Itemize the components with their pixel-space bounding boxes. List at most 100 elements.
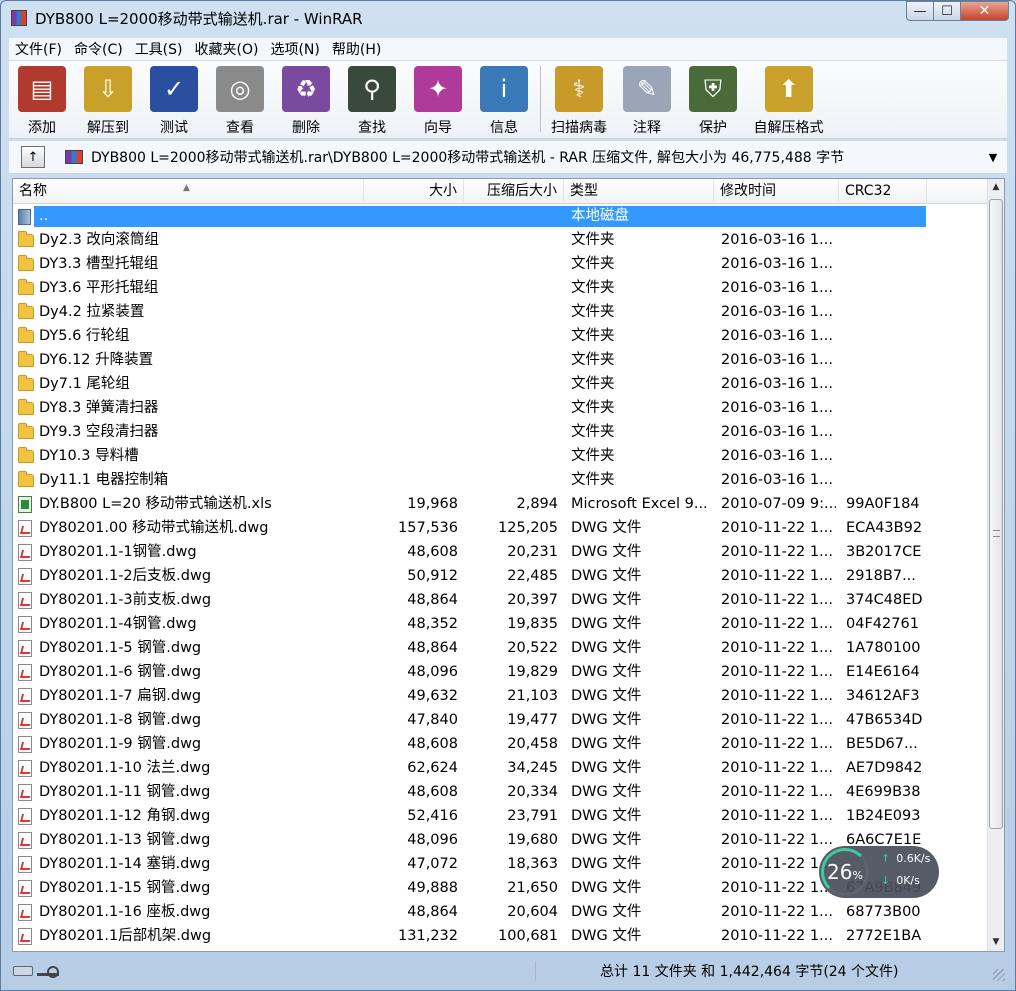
winrar-app-icon[interactable] [11, 10, 27, 26]
key-icon[interactable] [37, 966, 59, 978]
network-monitor-widget[interactable]: 26% ↑ 0.6K/s ↓ 0K/s [819, 846, 939, 898]
file-packed-size: 20,458 [507, 736, 558, 752]
folder-row[interactable]: Dy2.3 改向滚筒组 文件夹 2016-03-16 1... [13, 228, 988, 252]
file-row[interactable]: DY80201.1-16 座板.dwg 48,864 20,604 DWG 文件 201… [13, 900, 988, 924]
toolbar-find-button[interactable]: ⚲ 查找 [339, 61, 405, 137]
file-modified: 2016-03-16 1... [721, 376, 833, 392]
folder-row[interactable]: DY5.6 行轮组 文件夹 2016-03-16 1... [13, 324, 988, 348]
menu-tools[interactable]: 工具(S) [129, 39, 189, 59]
toolbar-extract-to-button[interactable]: ⇩ 解压到 [75, 61, 141, 137]
column-packed[interactable]: 压缩后大小 [464, 179, 564, 204]
upload-speed: ↑ 0.6K/s [881, 852, 930, 865]
folder-row[interactable]: Dy7.1 尾轮组 文件夹 2016-03-16 1... [13, 372, 988, 396]
file-size [363, 324, 458, 348]
close-button[interactable]: ✕ [961, 1, 1009, 21]
column-size[interactable]: 大小 [364, 179, 464, 204]
file-type: 本地磁盘 [571, 208, 629, 224]
file-packed-size: 19,680 [507, 832, 558, 848]
file-row[interactable]: DY.B800 L=20 移动带式输送机.xls 19,968 2,894 Micro… [13, 492, 988, 516]
file-crc32 [846, 228, 934, 252]
toolbar-delete-button[interactable]: ♻ 删除 [273, 61, 339, 137]
toolbar-wizard-button[interactable]: ✦ 向导 [405, 61, 471, 137]
file-name: DY80201.1-1钢管.dwg [39, 544, 197, 560]
row-icon-cell [18, 252, 36, 276]
folder-row[interactable]: DY3.3 槽型托辊组 文件夹 2016-03-16 1... [13, 252, 988, 276]
test-icon: ✓ [150, 66, 198, 112]
toolbar-sfx-button[interactable]: ⬆ 自解压格式 [746, 61, 831, 137]
menu-bar: 文件(F) 命令(C) 工具(S) 收藏夹(O) 选项(N) 帮助(H) [9, 38, 1007, 61]
file-row[interactable]: DY80201.1-9 钢管.dwg 48,608 20,458 DWG 文件 2010… [13, 732, 988, 756]
file-crc32: 68773B00 [846, 904, 921, 920]
row-icon-cell [18, 804, 36, 828]
resize-grip-icon[interactable] [993, 969, 1005, 981]
toolbar-info-button[interactable]: i 信息 [471, 61, 537, 137]
file-row[interactable]: DY80201.1-4钢管.dwg 48,352 19,835 DWG 文件 2010-… [13, 612, 988, 636]
toolbar-virus-scan-button[interactable]: ⚕ 扫描病毒 [544, 61, 614, 137]
file-name: Dy2.3 改向滚筒组 [39, 232, 159, 248]
column-name[interactable]: 名称 ▲ [13, 179, 364, 204]
file-row[interactable]: DY80201.1-12 角钢.dwg 52,416 23,791 DWG 文件 201… [13, 804, 988, 828]
folder-row[interactable]: Dy4.2 拉紧装置 文件夹 2016-03-16 1... [13, 300, 988, 324]
folder-icon [18, 375, 34, 391]
file-row[interactable]: DY80201.1-8 钢管.dwg 47,840 19,477 DWG 文件 2010… [13, 708, 988, 732]
file-size: 48,864 [407, 640, 458, 656]
file-packed-size [465, 324, 558, 348]
menu-commands[interactable]: 命令(C) [68, 39, 129, 59]
column-crc32[interactable]: CRC32 [839, 179, 927, 204]
title-bar[interactable]: DYB800 L=2000移动带式输送机.rar - WinRAR — ☐ ✕ [1, 1, 1015, 35]
file-row[interactable]: DY80201.00 移动带式输送机.dwg 157,536 125,205 DWG … [13, 516, 988, 540]
scroll-up-icon[interactable]: ▲ [988, 179, 1004, 196]
menu-file[interactable]: 文件(F) [9, 39, 68, 59]
row-icon-cell [18, 492, 36, 516]
file-row[interactable]: DY80201.1-11 钢管.dwg 48,608 20,334 DWG 文件 201… [13, 780, 988, 804]
parent-folder-row[interactable]: .. 本地磁盘 [13, 204, 988, 228]
scroll-down-icon[interactable]: ▼ [988, 934, 1004, 951]
vertical-scrollbar[interactable]: ▲ ▼ [987, 179, 1004, 951]
file-row[interactable]: DY80201.1-1钢管.dwg 48,608 20,231 DWG 文件 2010-… [13, 540, 988, 564]
file-name: .. [39, 208, 49, 224]
menu-help[interactable]: 帮助(H) [326, 39, 387, 59]
file-row[interactable]: DY80201.1-5 钢管.dwg 48,864 20,522 DWG 文件 2010… [13, 636, 988, 660]
file-row[interactable]: DY80201.1后部机架.dwg 131,232 100,681 DWG 文件 201… [13, 924, 988, 948]
toolbar-view-button[interactable]: ◎ 查看 [207, 61, 273, 137]
file-row[interactable]: DY80201.1-7 扁钢.dwg 49,632 21,103 DWG 文件 2010… [13, 684, 988, 708]
folder-row[interactable]: Dy11.1 电器控制箱 文件夹 2016-03-16 1... [13, 468, 988, 492]
file-row[interactable]: DY80201.1-10 法兰.dwg 62,624 34,245 DWG 文件 201… [13, 756, 988, 780]
drive-icon[interactable] [13, 966, 33, 976]
dwg-file-icon [18, 856, 32, 873]
toolbar-test-button[interactable]: ✓ 测试 [141, 61, 207, 137]
winrar-window: DYB800 L=2000移动带式输送机.rar - WinRAR — ☐ ✕ … [0, 0, 1016, 991]
toolbar-comment-button[interactable]: ✎ 注释 [614, 61, 680, 137]
address-field[interactable]: DYB800 L=2000移动带式输送机.rar\DYB800 L=2000移动… [65, 144, 983, 170]
file-name: DY80201.1-12 角钢.dwg [39, 808, 211, 824]
file-modified: 2010-11-22 1... [721, 760, 833, 776]
folder-row[interactable]: DY8.3 弹簧清扫器 文件夹 2016-03-16 1... [13, 396, 988, 420]
file-rows: .. 本地磁盘 Dy2.3 改向滚筒组 文件夹 2016-03-16 1... DY3.3… [13, 204, 988, 948]
toolbar-protect-button[interactable]: ⛨ 保护 [680, 61, 746, 137]
folder-row[interactable]: DY9.3 空段清扫器 文件夹 2016-03-16 1... [13, 420, 988, 444]
folder-row[interactable]: DY6.12 升降装置 文件夹 2016-03-16 1... [13, 348, 988, 372]
column-type[interactable]: 类型 [564, 179, 714, 204]
toolbar-label: 注释 [633, 120, 661, 136]
file-row[interactable]: DY80201.1-2后支板.dwg 50,912 22,485 DWG 文件 2010… [13, 564, 988, 588]
row-icon-cell [18, 276, 36, 300]
folder-row[interactable]: DY10.3 导料槽 文件夹 2016-03-16 1... [13, 444, 988, 468]
file-crc32: E14E6164 [846, 664, 920, 680]
file-packed-size: 100,681 [498, 928, 558, 944]
folder-row[interactable]: DY3.6 平形托辊组 文件夹 2016-03-16 1... [13, 276, 988, 300]
column-modified[interactable]: 修改时间 [714, 179, 839, 204]
address-dropdown-icon[interactable]: ▼ [983, 151, 1003, 164]
maximize-button[interactable]: ☐ [934, 1, 961, 21]
file-name: DY3.6 平形托辊组 [39, 280, 159, 296]
file-row[interactable]: DY80201.1-6 钢管.dwg 48,096 19,829 DWG 文件 2010… [13, 660, 988, 684]
info-icon: i [480, 66, 528, 112]
up-folder-button[interactable]: ↑ [21, 146, 45, 168]
file-crc32: 04F42761 [846, 616, 919, 632]
scroll-thumb[interactable] [989, 199, 1003, 829]
menu-options[interactable]: 选项(N) [264, 39, 325, 59]
minimize-button[interactable]: — [906, 1, 934, 21]
menu-favorites[interactable]: 收藏夹(O) [189, 39, 265, 59]
toolbar-add-archive-button[interactable]: ▤ 添加 [9, 61, 75, 137]
file-packed-size [465, 372, 558, 396]
file-row[interactable]: DY80201.1-3前支板.dwg 48,864 20,397 DWG 文件 2010… [13, 588, 988, 612]
